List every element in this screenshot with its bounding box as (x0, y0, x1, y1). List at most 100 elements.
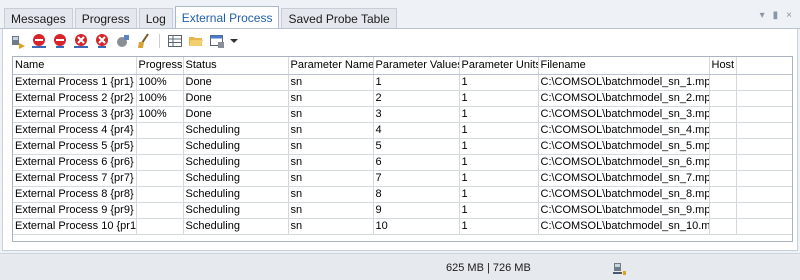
table-cell: sn (288, 202, 374, 219)
table-cell (136, 122, 184, 139)
table-cell: 1 (459, 106, 539, 123)
column-header-progress[interactable]: Progress (136, 57, 184, 75)
table-icon[interactable] (166, 32, 184, 50)
stop-all-icon[interactable] (30, 32, 48, 50)
table-cell (736, 106, 792, 123)
column-header-name[interactable]: Name (13, 57, 137, 75)
table-cell: 1 (459, 202, 539, 219)
table-cell: sn (288, 90, 374, 107)
tab-saved-probe-table[interactable]: Saved Probe Table (281, 8, 397, 28)
broom-icon[interactable] (135, 32, 153, 50)
table-cell: 1 (459, 74, 539, 91)
table-cell: 7 (373, 170, 460, 187)
table-row[interactable]: External Process 5 {pr5} Scheduling sn 5 1 C:… (13, 138, 792, 155)
table-cell: External Process 7 {pr7} (13, 170, 137, 187)
tab-content: Name Progress Status Parameter Names Par… (2, 29, 798, 251)
table-cell: sn (288, 186, 374, 203)
tab-label: Progress (81, 11, 130, 26)
table-cell: Scheduling (183, 170, 289, 187)
table-row[interactable]: External Process 1 {pr1} 100% Done sn 1 1 C:\C… (13, 74, 792, 91)
table-cell: External Process 2 {pr2} (13, 90, 137, 107)
tab-label: Messages (11, 11, 66, 26)
tab-external-process[interactable]: External Process (174, 6, 280, 28)
table-cell: Done (183, 74, 289, 91)
close-icon[interactable]: × (786, 10, 792, 21)
table-row[interactable]: External Process 8 {pr8} Scheduling sn 8 1 C:… (13, 186, 792, 203)
column-header-parameter-units[interactable]: Parameter Units (459, 57, 539, 75)
table-cell (736, 74, 792, 91)
table-cell (709, 170, 737, 187)
window-controls: ▾ ▮ × (760, 10, 792, 21)
table-cell: 1 (459, 138, 539, 155)
table-cell (136, 154, 184, 171)
pin-icon[interactable]: ▮ (773, 10, 779, 21)
table-cell (709, 90, 737, 107)
table-cell (136, 138, 184, 155)
toolbar-separator (159, 34, 160, 48)
table-cell: sn (288, 218, 374, 235)
table-row[interactable]: External Process 9 {pr9} Scheduling sn 9 1 C:… (13, 202, 792, 219)
table-cell: External Process 3 {pr3} (13, 106, 137, 123)
table-cell (736, 154, 792, 171)
external-process-table[interactable]: Name Progress Status Parameter Names Par… (12, 56, 793, 242)
table-cell: External Process 9 {pr9} (13, 202, 137, 219)
table-cell (736, 122, 792, 139)
open-folder-icon[interactable] (187, 32, 205, 50)
table-row[interactable]: External Process 10 {pr10} Scheduling sn 10… (13, 218, 792, 235)
table-cell: C:\COMSOL\batchmodel_sn_7.mph (538, 170, 710, 187)
table-cell: Scheduling (183, 154, 289, 171)
table-cell: 1 (459, 186, 539, 203)
table-cell (136, 202, 184, 219)
column-header-filename[interactable]: Filename (538, 57, 710, 75)
stop-icon[interactable] (51, 32, 69, 50)
table-cell (136, 186, 184, 203)
column-header-parameter-names[interactable]: Parameter Names (288, 57, 374, 75)
table-row[interactable]: External Process 4 {pr4} Scheduling sn 4 1 C:… (13, 122, 792, 139)
table-cell (709, 122, 737, 139)
table-row[interactable]: External Process 2 {pr2} 100% Done sn 2 1 C:\C… (13, 90, 792, 107)
run-icon[interactable] (9, 32, 27, 50)
tab-label: Saved Probe Table (288, 11, 390, 26)
table-cell: External Process 6 {pr6} (13, 154, 137, 171)
column-header-host[interactable]: Host (709, 57, 737, 75)
table-row[interactable]: External Process 6 {pr6} Scheduling sn 6 1 C:… (13, 154, 792, 171)
tab-label: External Process (181, 10, 273, 25)
table-cell: 1 (459, 154, 539, 171)
column-header-parameter-values[interactable]: Parameter Values (373, 57, 460, 75)
table-cell: Scheduling (183, 186, 289, 203)
external-process-panel: Messages Progress Log External Process S… (0, 0, 800, 253)
tab-label: Log (145, 11, 166, 26)
table-cell (709, 106, 737, 123)
table-cell: External Process 5 {pr5} (13, 138, 137, 155)
table-cell (709, 74, 737, 91)
memory-usage: 625 MB | 726 MB (446, 262, 531, 274)
tab-messages[interactable]: Messages (4, 8, 73, 28)
minimize-icon[interactable]: ▾ (760, 10, 765, 21)
clear-icon[interactable] (114, 32, 132, 50)
table-cell (709, 154, 737, 171)
table-cell (709, 202, 737, 219)
table-cell: 3 (373, 106, 460, 123)
table-cell: 100% (136, 90, 184, 107)
table-cell: sn (288, 138, 374, 155)
table-row[interactable]: External Process 7 {pr7} Scheduling sn 7 1 C:… (13, 170, 792, 187)
table-row[interactable]: External Process 3 {pr3} 100% Done sn 3 1 C:\C… (13, 106, 792, 123)
column-header-status[interactable]: Status (183, 57, 289, 75)
column-header-empty[interactable] (736, 57, 792, 75)
tab-log[interactable]: Log (138, 8, 173, 28)
view-options-icon[interactable] (208, 32, 226, 50)
table-cell: External Process 8 {pr8} (13, 186, 137, 203)
table-cell (136, 170, 184, 187)
cancel-icon[interactable] (93, 32, 111, 50)
table-cell: C:\COMSOL\batchmodel_sn_2.mph (538, 90, 710, 107)
cancel-all-icon[interactable] (72, 32, 90, 50)
process-status-icon[interactable] (612, 260, 628, 279)
dropdown-arrow-icon[interactable] (229, 32, 239, 50)
table-cell (709, 138, 737, 155)
table-cell: 4 (373, 122, 460, 139)
table-cell: External Process 1 {pr1} (13, 74, 137, 91)
table-cell: C:\COMSOL\batchmodel_sn_3.mph (538, 106, 710, 123)
tab-progress[interactable]: Progress (74, 8, 137, 28)
table-cell (736, 202, 792, 219)
table-cell: 100% (136, 74, 184, 91)
